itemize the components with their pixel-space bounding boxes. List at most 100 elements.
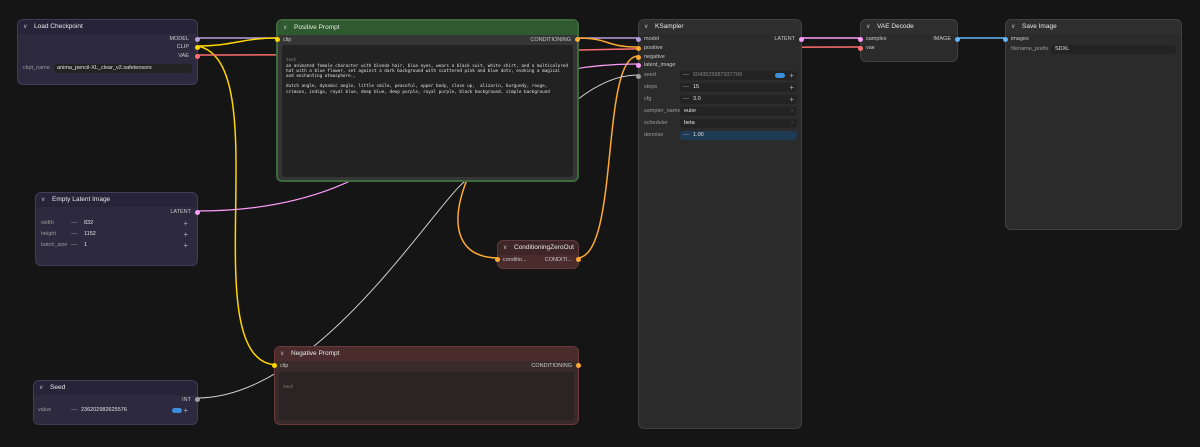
ksampler-header[interactable]: ∨ KSampler xyxy=(639,20,801,34)
latent-image-input-dot[interactable] xyxy=(636,63,641,68)
sampler-name-select[interactable]: euler › xyxy=(680,107,797,116)
load-checkpoint-header[interactable]: ∨ Load Checkpoint xyxy=(18,20,197,34)
collapse-chevron-icon[interactable]: ∨ xyxy=(283,21,287,35)
increment-icon[interactable]: + xyxy=(789,83,794,92)
empty-latent-header[interactable]: ∨ Empty Latent Image xyxy=(36,193,197,207)
scheduler-select[interactable]: beta › xyxy=(680,119,797,128)
ckpt-name-select[interactable]: anima_pencil-XL_clear_v2.safetensors xyxy=(54,64,192,73)
latent-output-label: LATENT xyxy=(774,36,795,42)
denoise-slider[interactable]: — 1.00 xyxy=(680,131,797,140)
vae-input-label: vae xyxy=(866,45,875,51)
decrement-icon[interactable]: — xyxy=(683,131,689,140)
collapse-chevron-icon[interactable]: ∨ xyxy=(1011,20,1015,34)
conditioning-input-dot[interactable] xyxy=(495,257,500,262)
clip-input-dot[interactable] xyxy=(272,363,277,368)
decrement-icon[interactable]: — xyxy=(683,71,689,80)
save-image-node[interactable]: ∨ Save Image images filename_prefix SDXL xyxy=(1003,19,1182,230)
model-input-dot[interactable] xyxy=(636,37,641,42)
empty-latent-title: Empty Latent Image xyxy=(52,196,111,203)
collapse-chevron-icon[interactable]: ∨ xyxy=(644,20,648,34)
batch-size-label: batch_size xyxy=(41,242,68,248)
samples-input-label: samples xyxy=(866,36,887,42)
collapse-chevron-icon[interactable]: ∨ xyxy=(866,20,870,34)
int-output-dot[interactable] xyxy=(195,397,200,402)
increment-icon[interactable]: + xyxy=(789,95,794,104)
collapse-chevron-icon[interactable]: ∨ xyxy=(39,381,43,395)
negative-prompt-textarea[interactable]: text xyxy=(279,372,574,420)
batch-size-value: 1 xyxy=(84,242,88,248)
control-toggle[interactable] xyxy=(172,408,182,413)
clip-input-dot[interactable] xyxy=(275,37,280,42)
wire-clip-negative xyxy=(196,45,279,366)
latent-output-label: LATENT xyxy=(170,209,191,215)
height-value: 1152 xyxy=(84,231,96,237)
conditioning-output-dot[interactable] xyxy=(576,363,581,368)
positive-input-dot[interactable] xyxy=(636,46,641,51)
collapse-chevron-icon[interactable]: ∨ xyxy=(280,347,284,361)
increment-icon[interactable]: + xyxy=(183,219,188,228)
latent-output-dot[interactable] xyxy=(195,210,200,215)
wire-cond-zero-out xyxy=(576,55,639,259)
positive-prompt-textarea[interactable]: text an animated female character with bl… xyxy=(282,45,573,177)
seed-widget[interactable]: — 6043525987937709 + xyxy=(680,71,797,80)
positive-prompt-header[interactable]: ∨ Positive Prompt xyxy=(278,21,577,35)
negative-prompt-node[interactable]: ∨ Negative Prompt clip CONDITIONING text xyxy=(272,346,581,425)
negative-prompt-header[interactable]: ∨ Negative Prompt xyxy=(275,347,578,361)
control-toggle[interactable] xyxy=(775,73,785,78)
image-output-dot[interactable] xyxy=(955,37,960,42)
decrement-icon[interactable]: — xyxy=(71,219,77,228)
images-input-dot[interactable] xyxy=(1003,37,1008,42)
seed-input-dot[interactable] xyxy=(636,74,641,79)
collapse-chevron-icon[interactable]: ∨ xyxy=(503,241,507,255)
load-checkpoint-title: Load Checkpoint xyxy=(34,23,83,30)
positive-prompt-node[interactable]: ∨ Positive Prompt clip CONDITIONING text… xyxy=(275,19,580,182)
wire-positive-cond xyxy=(576,37,639,48)
image-output-label: IMAGE xyxy=(933,36,951,42)
height-widget[interactable]: — 1152 + xyxy=(68,230,192,239)
model-output-dot[interactable] xyxy=(195,37,200,42)
clip-output-dot[interactable] xyxy=(195,45,200,50)
scheduler-label: scheduler xyxy=(644,120,668,126)
scheduler-value: beta xyxy=(684,120,695,126)
increment-icon[interactable]: + xyxy=(789,71,794,80)
vae-output-dot[interactable] xyxy=(195,54,200,59)
decrement-icon[interactable]: — xyxy=(683,83,689,92)
decrement-icon[interactable]: — xyxy=(71,241,77,250)
cfg-value: 3.0 xyxy=(693,96,701,102)
ksampler-node[interactable]: ∨ KSampler model LATENT positive negativ… xyxy=(636,19,804,429)
increment-icon[interactable]: + xyxy=(183,230,188,239)
seed-node[interactable]: ∨ Seed INT value — 236202982625576 + xyxy=(33,380,200,425)
vae-decode-header[interactable]: ∨ VAE Decode xyxy=(861,20,957,34)
save-image-header[interactable]: ∨ Save Image xyxy=(1006,20,1181,34)
width-widget[interactable]: — 832 + xyxy=(68,219,192,228)
conditioning-output-dot[interactable] xyxy=(575,37,580,42)
cfg-widget[interactable]: — 3.0 + xyxy=(680,95,797,104)
vae-input-dot[interactable] xyxy=(858,46,863,51)
steps-widget[interactable]: — 15 + xyxy=(680,83,797,92)
increment-icon[interactable]: + xyxy=(183,406,188,415)
decrement-icon[interactable]: — xyxy=(683,95,689,104)
conditioning-input-label: conditio... xyxy=(503,257,527,263)
ksampler-title: KSampler xyxy=(655,23,684,30)
seed-label: seed xyxy=(644,72,656,78)
latent-output-dot[interactable] xyxy=(799,37,804,42)
empty-latent-node[interactable]: ∨ Empty Latent Image LATENT width — 832 … xyxy=(35,192,200,266)
decrement-icon[interactable]: — xyxy=(71,406,77,415)
conditioning-zero-out-node[interactable]: ∨ ConditioningZeroOut conditio... CONDIT… xyxy=(495,240,581,269)
conditioning-output-label: CONDITI... xyxy=(544,257,572,263)
filename-prefix-input[interactable]: SDXL xyxy=(1051,45,1176,54)
negative-input-dot[interactable] xyxy=(636,55,641,60)
collapse-chevron-icon[interactable]: ∨ xyxy=(41,193,45,207)
negative-prompt-title: Negative Prompt xyxy=(291,350,340,357)
samples-input-dot[interactable] xyxy=(858,37,863,42)
batch-size-widget[interactable]: — 1 + xyxy=(68,241,192,250)
conditioning-output-dot[interactable] xyxy=(576,257,581,262)
vae-decode-node[interactable]: ∨ VAE Decode samples vae IMAGE xyxy=(858,19,960,62)
seed-header[interactable]: ∨ Seed xyxy=(34,381,197,395)
load-checkpoint-node[interactable]: ∨ Load Checkpoint MODEL CLIP VAE ckpt_na… xyxy=(17,19,200,85)
collapse-chevron-icon[interactable]: ∨ xyxy=(23,20,27,34)
increment-icon[interactable]: + xyxy=(183,241,188,250)
decrement-icon[interactable]: — xyxy=(71,230,77,239)
seed-value-widget[interactable]: — 236202982625576 + xyxy=(68,406,192,415)
conditioning-zero-out-header[interactable]: ∨ ConditioningZeroOut xyxy=(498,241,578,255)
